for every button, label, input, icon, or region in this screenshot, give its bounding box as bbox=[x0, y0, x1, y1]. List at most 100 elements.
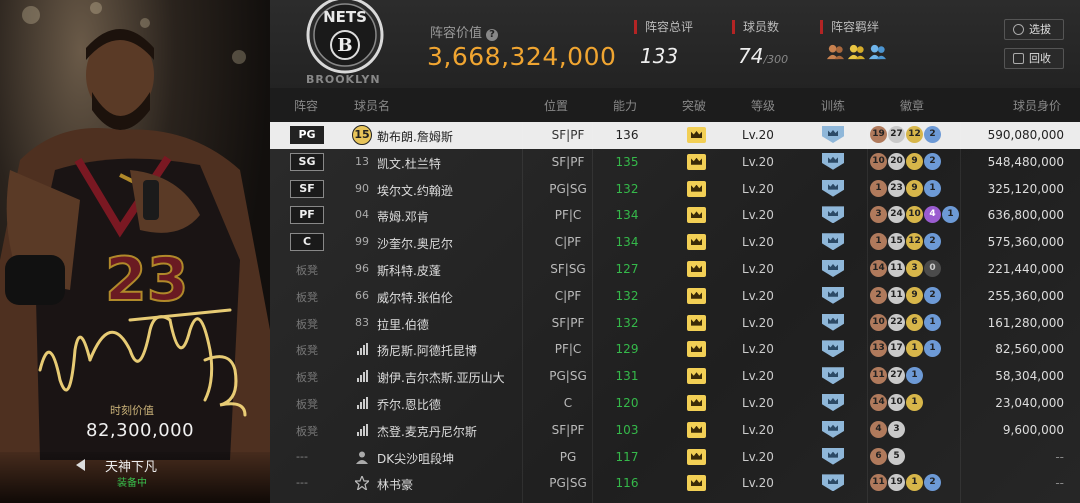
help-icon[interactable]: ? bbox=[486, 29, 499, 41]
badge-list[interactable]: 65 bbox=[870, 447, 905, 465]
breakthrough-crown-icon[interactable] bbox=[687, 180, 706, 197]
player-position: PG|SG bbox=[549, 181, 587, 196]
breakthrough-crown-icon[interactable] bbox=[687, 207, 706, 224]
breakthrough-crown-icon[interactable] bbox=[687, 341, 706, 358]
player-name[interactable]: 威尔特.张伯伦 bbox=[377, 289, 453, 306]
previous-skin-arrow-icon[interactable] bbox=[76, 459, 85, 471]
training-crest-icon[interactable] bbox=[822, 313, 844, 331]
player-name[interactable]: 沙奎尔.奥尼尔 bbox=[377, 235, 453, 252]
player-name[interactable]: 斯科特.皮蓬 bbox=[377, 262, 441, 279]
player-name[interactable]: 杰登.麦克丹尼尔斯 bbox=[377, 423, 477, 440]
badge-list[interactable]: 10 20 9 2 bbox=[870, 152, 941, 170]
badge-list[interactable]: 13 17 1 1 bbox=[870, 340, 941, 358]
col-badges[interactable]: 徽章 bbox=[900, 97, 924, 114]
player-name[interactable]: 乔尔.恩比德 bbox=[377, 396, 441, 413]
training-crest-icon[interactable] bbox=[822, 233, 844, 251]
lineup-slot-tag[interactable]: SG bbox=[290, 152, 324, 171]
table-row[interactable]: PF 04 蒂姆.邓肯 PF|C 134 Lv.20 3 24 10 4 1 636,800,000 bbox=[270, 202, 1080, 229]
bond-icons[interactable] bbox=[820, 42, 887, 61]
player-name[interactable]: 蒂姆.邓肯 bbox=[377, 208, 429, 225]
lineup-slot-tag[interactable]: PG bbox=[290, 126, 324, 144]
breakthrough-crown-icon[interactable] bbox=[687, 153, 706, 170]
breakthrough-crown-icon[interactable] bbox=[687, 234, 706, 251]
table-row[interactable]: C 99 沙奎尔.奥尼尔 C|PF 134 Lv.20 1 15 12 2 575,360,000 bbox=[270, 229, 1080, 256]
table-row[interactable]: 板凳 96 斯科特.皮蓬 SF|SG 127 Lv.20 14 11 3 0 221,440,000 bbox=[270, 256, 1080, 283]
badge-list[interactable]: 3 24 10 4 1 bbox=[870, 206, 959, 224]
badge-list[interactable]: 1 15 12 2 bbox=[870, 233, 941, 251]
breakthrough-crown-icon[interactable] bbox=[687, 314, 706, 331]
player-name[interactable]: 凯文.杜兰特 bbox=[377, 155, 441, 172]
player-name[interactable]: 扬尼斯.阿德托昆博 bbox=[377, 342, 477, 359]
training-crest-icon[interactable] bbox=[822, 420, 844, 438]
training-crest-icon[interactable] bbox=[822, 179, 844, 197]
col-position[interactable]: 位置 bbox=[544, 97, 568, 114]
player-name[interactable]: 勒布朗.詹姆斯 bbox=[377, 128, 453, 145]
breakthrough-crown-icon[interactable] bbox=[687, 475, 706, 492]
lineup-slot-tag[interactable]: C bbox=[290, 233, 324, 252]
training-crest-icon[interactable] bbox=[822, 286, 844, 304]
badge-list[interactable]: 43 bbox=[870, 420, 905, 438]
star-icon bbox=[351, 474, 373, 493]
table-row[interactable]: SF 90 埃尔文.约翰逊 PG|SG 132 Lv.20 1 23 9 1 325,120,000 bbox=[270, 176, 1080, 203]
training-crest-icon[interactable] bbox=[822, 152, 844, 170]
badge-list[interactable]: 2 11 9 2 bbox=[870, 286, 941, 304]
col-breakthrough[interactable]: 突破 bbox=[682, 97, 706, 114]
col-level[interactable]: 等级 bbox=[751, 97, 775, 114]
breakthrough-crown-icon[interactable] bbox=[687, 261, 706, 277]
player-name[interactable]: 埃尔文.约翰逊 bbox=[377, 182, 453, 199]
badge-list[interactable]: 14 10 1 bbox=[870, 394, 923, 411]
lineup-slot-tag[interactable]: SF bbox=[290, 179, 324, 198]
table-row[interactable]: --- 林书豪 PG|SG 116 Lv.20 11 19 1 2 -- bbox=[270, 470, 1080, 497]
col-training[interactable]: 训练 bbox=[821, 97, 845, 114]
table-row[interactable]: 板凳 83 拉里.伯德 SF|PF 132 Lv.20 10 22 6 1 161,280,000 bbox=[270, 310, 1080, 337]
training-crest-icon[interactable] bbox=[822, 474, 844, 492]
table-row[interactable]: 板凳 扬尼斯.阿德托昆博 PF|C 129 Lv.20 13 17 1 1 82,560,000 bbox=[270, 336, 1080, 363]
player-salary: 590,080,000 bbox=[987, 128, 1064, 142]
bond-people-gold-icon[interactable] bbox=[847, 42, 866, 61]
bond-people-blue-icon[interactable] bbox=[868, 42, 887, 61]
recycle-button[interactable]: 回收 bbox=[1004, 48, 1064, 69]
breakthrough-crown-icon[interactable] bbox=[687, 395, 706, 411]
player-name[interactable]: DK尖沙咀段坤 bbox=[377, 450, 454, 467]
player-name[interactable]: 拉里.伯德 bbox=[377, 316, 429, 333]
training-crest-icon[interactable] bbox=[822, 206, 844, 224]
table-row[interactable]: 板凳 乔尔.恩比德 C 120 Lv.20 14 10 1 23,040,000 bbox=[270, 390, 1080, 417]
col-lineup[interactable]: 阵容 bbox=[294, 97, 318, 114]
training-crest-icon[interactable] bbox=[822, 394, 844, 411]
badge-list[interactable]: 19 27 12 2 bbox=[870, 126, 941, 143]
badge-list[interactable]: 11 19 1 2 bbox=[870, 474, 941, 492]
player-card[interactable]: 23 时刻价值 82,300,000 天神下凡 装备中 bbox=[0, 0, 270, 503]
breakthrough-crown-icon[interactable] bbox=[687, 127, 706, 143]
breakthrough-crown-icon[interactable] bbox=[687, 448, 706, 465]
table-row[interactable]: 板凳 66 威尔特.张伯伦 C|PF 132 Lv.20 2 11 9 2 255,360,000 bbox=[270, 283, 1080, 310]
breakthrough-crown-icon[interactable] bbox=[687, 287, 706, 304]
training-crest-icon[interactable] bbox=[822, 260, 844, 277]
col-ability[interactable]: 能力 bbox=[613, 97, 637, 114]
breakthrough-crown-icon[interactable] bbox=[687, 421, 706, 438]
badge-list[interactable]: 10 22 6 1 bbox=[870, 313, 941, 331]
training-crest-icon[interactable] bbox=[822, 447, 844, 465]
table-row[interactable]: SG 13 凯文.杜兰特 SF|PF 135 Lv.20 10 20 9 2 548,480,000 bbox=[270, 149, 1080, 176]
table-row[interactable]: 板凳 杰登.麦克丹尼尔斯 SF|PF 103 Lv.20 4 3 9,600,000 bbox=[270, 417, 1080, 444]
badge-list[interactable]: 14 11 3 0 bbox=[870, 260, 941, 277]
training-crest-icon[interactable] bbox=[822, 340, 844, 358]
breakthrough-crown-icon[interactable] bbox=[687, 368, 706, 385]
badge-count: 11 bbox=[888, 260, 905, 277]
select-button[interactable]: 选拔 bbox=[1004, 19, 1064, 40]
training-crest-icon[interactable] bbox=[822, 126, 844, 143]
lineup-slot-tag[interactable]: PF bbox=[290, 206, 324, 225]
badge-list[interactable]: 1 23 9 1 bbox=[870, 179, 941, 197]
col-player-name[interactable]: 球员名 bbox=[354, 97, 390, 114]
player-name[interactable]: 林书豪 bbox=[377, 476, 413, 493]
training-crest-icon[interactable] bbox=[822, 367, 844, 385]
player-ability: 132 bbox=[615, 315, 639, 330]
bond-people-bronze-icon[interactable] bbox=[826, 42, 845, 61]
player-position: C|PF bbox=[554, 288, 582, 303]
col-salary[interactable]: 球员身价 bbox=[1013, 97, 1061, 114]
player-name[interactable]: 谢伊.吉尔杰斯.亚历山大 bbox=[377, 369, 505, 386]
skin-name[interactable]: 天神下凡 bbox=[105, 456, 157, 475]
table-row[interactable]: 板凳 谢伊.吉尔杰斯.亚历山大 PG|SG 131 Lv.20 11 27 1 58,304,0… bbox=[270, 363, 1080, 390]
badge-list[interactable]: 11 27 1 bbox=[870, 367, 923, 385]
table-row[interactable]: --- DK尖沙咀段坤 PG 117 Lv.20 6 5 -- bbox=[270, 444, 1080, 471]
table-row[interactable]: PG 15 勒布朗.詹姆斯 SF|PF 136 Lv.20 19 27 12 2 590,080,0… bbox=[270, 122, 1080, 149]
